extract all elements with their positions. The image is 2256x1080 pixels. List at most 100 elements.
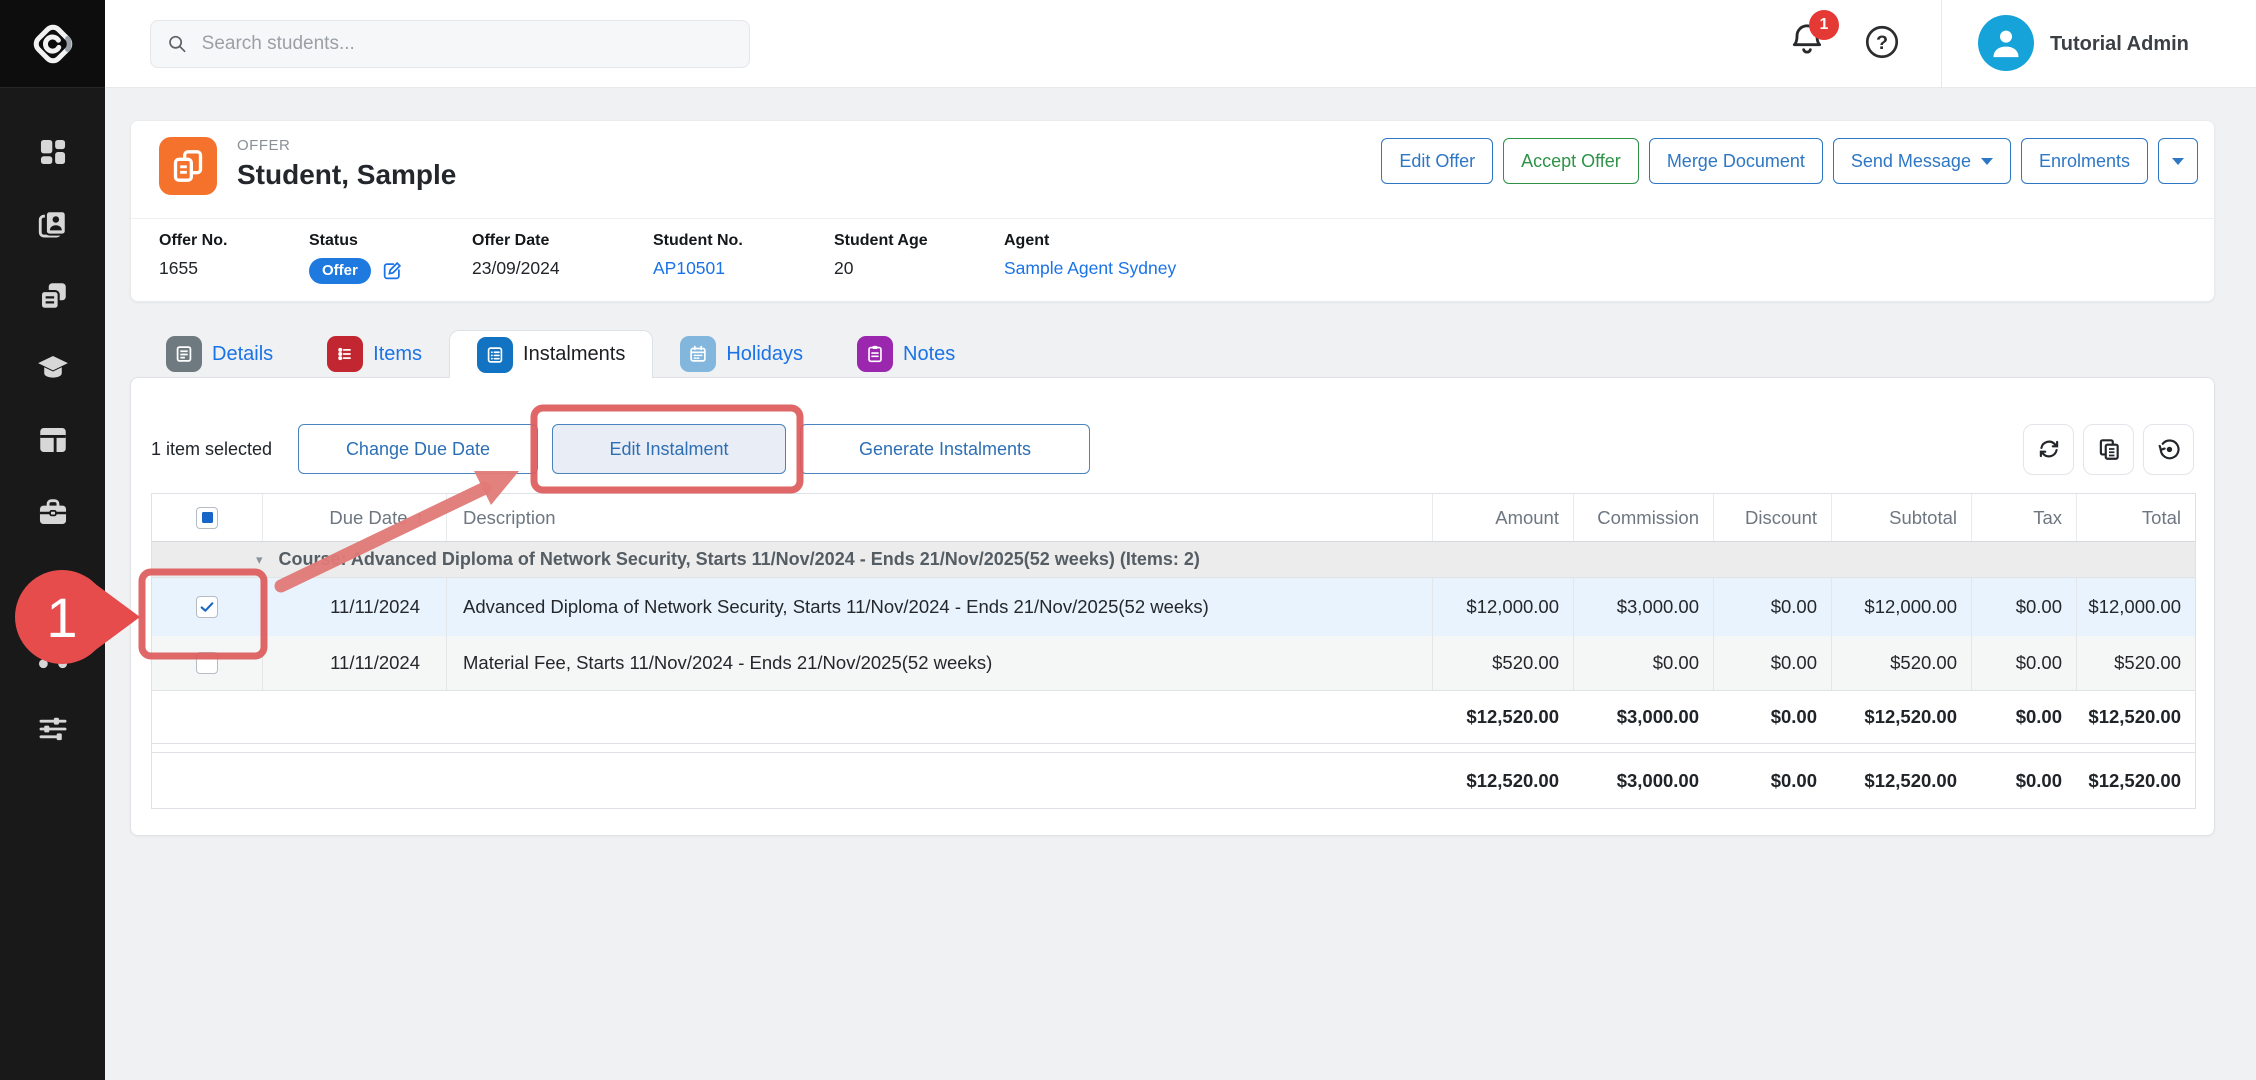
accept-offer-button[interactable]: Accept Offer [1503,138,1639,184]
course-group-title: Course: Advanced Diploma of Network Secu… [279,549,1200,570]
due-date-cell: 11/11/2024 [330,652,420,674]
help-button[interactable]: ? [1862,22,1902,62]
edit-instalment-button[interactable]: Edit Instalment [552,424,786,474]
layout-icon [36,423,70,457]
generate-instalments-button[interactable]: Generate Instalments [800,424,1090,474]
sidebar-item-settings[interactable] [35,710,71,746]
sidebar-item-students[interactable] [35,206,71,242]
notification-badge: 1 [1809,10,1839,40]
sidebar-item-dashboard[interactable] [35,134,71,170]
table-row[interactable]: 11/11/2024 Material Fee, Starts 11/Nov/2… [152,636,2195,690]
sidebar-item-finance[interactable] [35,566,71,602]
sidebar-item-courses[interactable] [35,350,71,386]
subtotal-header[interactable]: Subtotal [1831,494,1971,541]
svg-text:?: ? [1876,32,1888,54]
tab-details[interactable]: Details [150,330,300,378]
student-no-link[interactable]: AP10501 [653,258,725,279]
total-cell: $520.00 [2114,652,2181,674]
notifications-button[interactable]: 1 [1787,18,1831,70]
merge-document-button[interactable]: Merge Document [1649,138,1823,184]
history-button[interactable] [2143,424,2194,475]
selection-count-text: 1 item selected [151,439,298,460]
grand-subtotal: $12,520.00 [1864,770,1957,792]
app-logo[interactable] [0,0,105,88]
items-tab-icon [327,336,363,372]
offer-pages-icon [168,146,208,186]
tax-header[interactable]: Tax [1971,494,2076,541]
amount-cell: $520.00 [1492,652,1559,674]
tab-holidays[interactable]: Holidays [653,330,830,378]
offer-no-label: Offer No. [159,232,309,250]
user-avatar[interactable] [1978,15,2034,71]
search-input[interactable] [202,33,733,55]
user-name[interactable]: Tutorial Admin [2050,0,2189,88]
commission-header[interactable]: Commission [1573,494,1713,541]
tab-notes[interactable]: Notes [830,330,982,378]
search-icon [167,33,188,55]
grand-amount: $12,520.00 [1466,770,1559,792]
send-message-button[interactable]: Send Message [1833,138,2011,184]
workflow-icon [36,639,70,673]
topbar-divider [1941,0,1942,88]
edit-status-icon[interactable] [381,260,403,282]
instalments-toolbar: 1 item selected Change Due Date Edit Ins… [151,424,2194,474]
tax-cell: $0.00 [2016,596,2062,618]
offer-date-label: Offer Date [472,232,653,250]
change-due-date-button[interactable]: Change Due Date [298,424,538,474]
subtotal-cell: $520.00 [1890,652,1957,674]
select-all-checkbox[interactable] [196,507,218,529]
edit-offer-button[interactable]: Edit Offer [1381,138,1493,184]
refresh-button[interactable] [2023,424,2074,475]
offer-info-row: Offer No. 1655 Status Offer Offer Date 2… [131,218,2214,301]
briefcase-icon [36,495,70,529]
more-actions-button[interactable] [2158,138,2198,184]
sidebar-item-services[interactable] [35,494,71,530]
collapse-caret-icon[interactable]: ▾ [256,552,263,568]
amount-header[interactable]: Amount [1432,494,1573,541]
tab-items[interactable]: Items [300,330,449,378]
tax-cell: $0.00 [2016,652,2062,674]
entity-label: OFFER [237,137,290,154]
student-no-field: Student No. AP10501 [653,232,834,301]
table-header-row: Due Date ↑ Description Amount Commission… [152,494,2195,542]
footer-discount: $0.00 [1771,706,1817,728]
history-icon [2156,436,2182,462]
sidebar-item-workflow[interactable] [35,638,71,674]
description-header[interactable]: Description [446,494,1432,541]
instalments-tab-icon [477,337,513,373]
description-cell: Material Fee, Starts 11/Nov/2024 - Ends … [463,652,992,674]
table-gap [152,744,2195,752]
sidebar-item-offers[interactable] [35,278,71,314]
footer-commission: $3,000.00 [1617,706,1699,728]
discount-cell: $0.00 [1771,596,1817,618]
agent-field: Agent Sample Agent Sydney [1004,232,2214,301]
grand-discount: $0.00 [1771,770,1817,792]
finance-icon [36,567,70,601]
offer-no-value: 1655 [159,258,309,279]
row-checkbox-checked[interactable] [196,596,218,618]
status-badge[interactable]: Offer [309,258,371,284]
enrolments-button[interactable]: Enrolments [2021,138,2148,184]
agent-label: Agent [1004,232,2214,250]
tab-instalments[interactable]: Instalments [449,330,653,378]
agent-link[interactable]: Sample Agent Sydney [1004,258,1176,279]
total-header[interactable]: Total [2076,494,2195,541]
footer-subtotal: $12,520.00 [1864,706,1957,728]
details-tab-icon [166,336,202,372]
sort-ascending-icon[interactable]: ↑ [416,508,425,528]
copy-icon [2096,436,2122,462]
sidebar [0,0,105,1080]
topbar: 1 ? Tutorial Admin [105,0,2256,88]
student-search[interactable] [150,20,750,68]
grand-commission: $3,000.00 [1617,770,1699,792]
student-no-label: Student No. [653,232,834,250]
group-subtotal-row: $12,520.00 $3,000.00 $0.00 $12,520.00 $0… [152,690,2195,744]
sidebar-item-timetable[interactable] [35,422,71,458]
row-checkbox-unchecked[interactable] [196,652,218,674]
discount-cell: $0.00 [1771,652,1817,674]
due-date-header[interactable]: Due Date [329,507,407,529]
table-row[interactable]: 11/11/2024 Advanced Diploma of Network S… [152,578,2195,636]
copy-button[interactable] [2083,424,2134,475]
discount-header[interactable]: Discount [1713,494,1831,541]
commission-cell: $0.00 [1653,652,1699,674]
